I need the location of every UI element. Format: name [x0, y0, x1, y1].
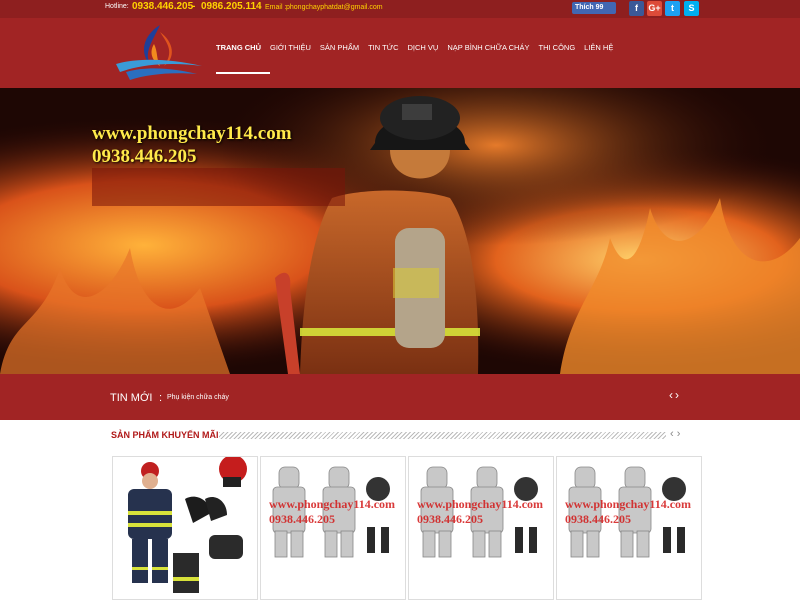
- section-title-divider: [219, 432, 666, 439]
- watermark-phone: 0938.446.205: [269, 512, 335, 526]
- facebook-icon[interactable]: f: [629, 1, 644, 16]
- news-ticker-item[interactable]: Phụ kiện chữa cháy: [167, 394, 229, 401]
- product-card[interactable]: www.phongchay114.com 0938.446.205: [260, 456, 406, 600]
- twitter-icon[interactable]: t: [665, 1, 680, 16]
- product-image: [420, 466, 538, 558]
- hero-banner[interactable]: www.phongchay114.com 0938.446.205: [0, 88, 800, 374]
- hero-website-text: www.phongchay114.com: [92, 123, 292, 144]
- header: TRANG CHỦ GIỚI THIỆU SẢN PHẨM TIN TỨC DỊ…: [0, 18, 800, 88]
- product-card[interactable]: [112, 456, 258, 600]
- site-logo[interactable]: [112, 22, 207, 84]
- nav-active-indicator: [216, 72, 270, 74]
- news-nav-arrows[interactable]: ‹›: [669, 388, 681, 402]
- watermark-url: www.phongchay114.com: [417, 497, 544, 511]
- product-image: [272, 466, 390, 558]
- watermark-phone: 0938.446.205: [417, 512, 483, 526]
- nav-item-products[interactable]: SẢN PHẨM: [320, 43, 359, 57]
- section-title-promo: SẢN PHẨM KHUYẾN MÃI: [111, 430, 219, 440]
- watermark-url: www.phongchay114.com: [565, 497, 692, 511]
- chevron-left-icon[interactable]: ‹: [670, 428, 674, 440]
- chevron-right-icon[interactable]: ›: [677, 428, 681, 440]
- product-image: [568, 466, 686, 558]
- product-card[interactable]: www.phongchay114.com 0938.446.205: [408, 456, 554, 600]
- watermark-url: www.phongchay114.com: [269, 497, 396, 511]
- chevron-right-icon[interactable]: ›: [675, 388, 681, 402]
- email-link[interactable]: phongchayphatdat@gmail.com: [286, 4, 383, 11]
- facebook-like-button[interactable]: Thích 99: [572, 2, 616, 14]
- watermark-phone: 0938.446.205: [565, 512, 631, 526]
- product-image: [128, 457, 247, 593]
- hero-caption-box: [92, 168, 345, 206]
- nav-item-about[interactable]: GIỚI THIỆU: [270, 43, 311, 57]
- email-label: Email :: [265, 4, 287, 11]
- nav-item-home[interactable]: TRANG CHỦ: [216, 43, 261, 57]
- main-nav: TRANG CHỦ GIỚI THIỆU SẢN PHẨM TIN TỨC DỊ…: [216, 43, 613, 57]
- google-plus-icon[interactable]: G+: [647, 1, 662, 16]
- hotline-phone-2[interactable]: 0986.205.114: [201, 1, 262, 12]
- top-bar: Hotline: 0938.446.205 - 0986.205.114 Ema…: [0, 0, 800, 18]
- nav-item-services[interactable]: DỊCH VỤ: [408, 43, 439, 57]
- skype-icon[interactable]: S: [684, 1, 699, 16]
- nav-item-construction[interactable]: THI CÔNG: [538, 43, 575, 57]
- hotline-label: Hotline:: [105, 3, 129, 10]
- promo-nav-arrows[interactable]: ‹ ›: [670, 428, 680, 440]
- hero-phone-text: 0938.446.205: [92, 146, 197, 167]
- nav-item-extinguisher-refill[interactable]: NẠP BÌNH CHỮA CHÁY: [447, 43, 529, 57]
- like-label: Thích 99: [575, 4, 604, 11]
- phone-separator: -: [192, 1, 196, 12]
- hotline-phone-1[interactable]: 0938.446.205: [132, 1, 193, 12]
- news-colon: :: [159, 392, 163, 404]
- nav-item-news[interactable]: TIN TỨC: [368, 43, 398, 57]
- news-title: TIN MỚI: [110, 392, 153, 404]
- nav-item-contact[interactable]: LIÊN HỆ: [584, 43, 613, 57]
- product-card[interactable]: www.phongchay114.com 0938.446.205: [556, 456, 702, 600]
- news-bar: TIN MỚI : Phụ kiện chữa cháy ‹›: [0, 374, 800, 420]
